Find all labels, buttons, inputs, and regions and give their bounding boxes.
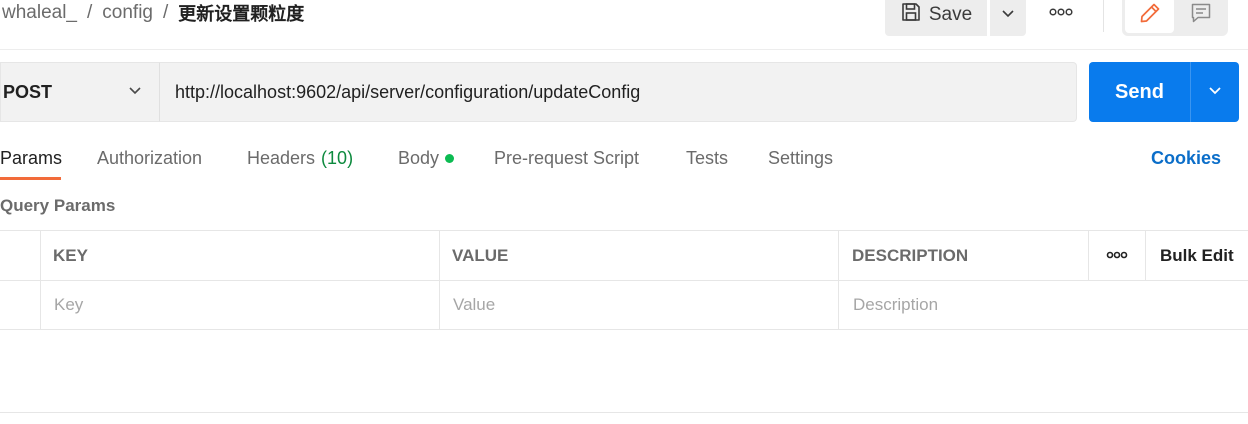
param-value-input[interactable]: Value (453, 281, 495, 329)
save-button[interactable]: Save (885, 0, 987, 36)
column-header-value: VALUE (452, 245, 509, 265)
comments-mode-button[interactable] (1176, 0, 1225, 33)
editor-mode-toggle (1122, 0, 1228, 36)
table-column-divider (1145, 230, 1146, 280)
body-indicator-dot (445, 153, 455, 163)
breadcrumb-request-name[interactable]: 更新设置颗粒度 (178, 0, 304, 26)
table-column-divider (439, 230, 440, 330)
chevron-down-icon (1000, 5, 1016, 26)
tab-pre-request-script[interactable]: Pre-request Script (494, 146, 639, 170)
query-params-title: Query Params (0, 196, 116, 215)
request-editor: whaleal_ / config / 更新设置颗粒度 Save POST ht… (0, 0, 1248, 424)
active-tab-indicator (0, 177, 61, 180)
tab-params[interactable]: Params (0, 146, 62, 170)
breadcrumb-separator: / (87, 2, 93, 23)
tab-label: Tests (686, 147, 729, 168)
request-header-bar: whaleal_ / config / 更新设置颗粒度 Save (0, 0, 1248, 50)
breadcrumb-collection[interactable]: config (102, 2, 153, 24)
send-button-group: Send (1089, 62, 1239, 122)
edit-mode-button[interactable] (1125, 0, 1174, 33)
table-border (0, 230, 1248, 231)
comment-icon (1189, 1, 1213, 30)
save-options-button[interactable] (990, 0, 1026, 36)
param-key-input[interactable]: Key (54, 281, 83, 329)
bulk-edit-button[interactable]: Bulk Edit (1160, 231, 1234, 280)
tab-label: Authorization (97, 147, 203, 168)
save-label: Save (928, 4, 973, 25)
toolbar-divider (1103, 0, 1104, 32)
tab-label: Params (0, 147, 63, 168)
tab-label: Headers (247, 147, 316, 168)
headers-count: (10) (321, 147, 354, 168)
http-method-label: POST (3, 81, 53, 102)
tab-tests[interactable]: Tests (686, 146, 728, 170)
send-options-button[interactable] (1191, 62, 1239, 122)
pencil-icon (1138, 1, 1162, 30)
column-header-description: DESCRIPTION (852, 245, 969, 265)
table-border (0, 329, 1248, 330)
tab-label: Body (398, 147, 440, 168)
table-column-divider (838, 230, 839, 330)
table-border (0, 280, 1248, 281)
tab-authorization[interactable]: Authorization (97, 146, 202, 170)
more-horizontal-icon (1049, 4, 1073, 22)
chevron-down-icon (1207, 82, 1223, 103)
save-button-group: Save (885, 0, 1026, 36)
request-url-input[interactable]: http://localhost:9602/api/server/configu… (159, 62, 1077, 122)
tab-headers[interactable]: Headers (10) (247, 146, 353, 170)
send-button[interactable]: Send (1089, 62, 1190, 122)
pane-divider (0, 412, 1248, 413)
http-method-select[interactable]: POST (0, 62, 159, 122)
breadcrumb: whaleal_ / config / 更新设置颗粒度 (2, 0, 304, 26)
table-options-button[interactable] (1089, 231, 1145, 280)
cookies-link[interactable]: Cookies (1151, 146, 1221, 170)
breadcrumb-workspace[interactable]: whaleal_ (2, 2, 77, 24)
tab-label: Pre-request Script (494, 147, 640, 168)
save-icon (900, 1, 922, 29)
tab-body[interactable]: Body (398, 146, 455, 170)
param-description-input[interactable]: Description (853, 281, 938, 329)
more-horizontal-icon (1106, 247, 1128, 265)
tab-settings[interactable]: Settings (768, 146, 833, 170)
request-more-button[interactable] (1040, 0, 1082, 26)
breadcrumb-separator: / (162, 2, 169, 23)
tab-label: Settings (768, 147, 834, 168)
column-header-key: KEY (53, 245, 88, 265)
table-column-divider (40, 230, 41, 330)
chevron-down-icon (127, 82, 143, 103)
